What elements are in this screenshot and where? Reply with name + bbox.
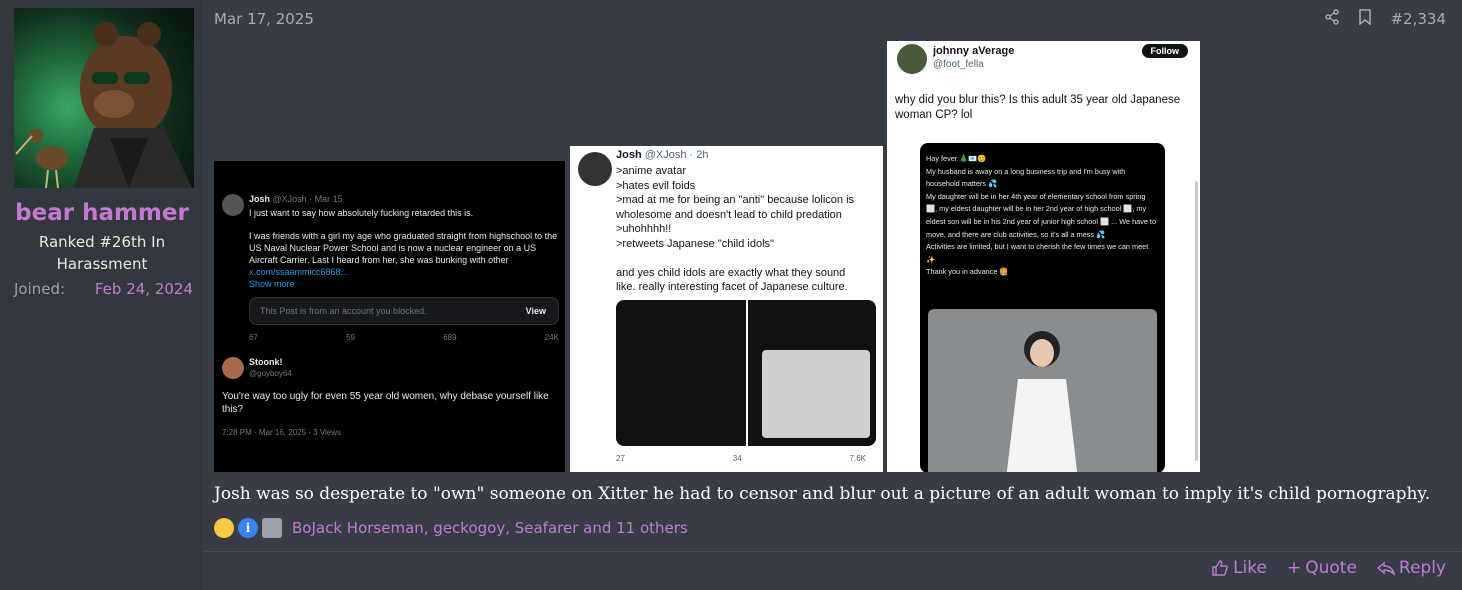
blurred-photo [762,350,870,438]
show-more-link[interactable]: Show more [249,279,295,289]
tweet-text-1: I just want to say how absolutely fuckin… [249,208,474,218]
reply-handle: @goyboy64 [249,369,292,378]
view-button[interactable]: View [526,306,546,316]
tweet-handle: @XJosh · Mar 15 [272,194,343,204]
thumbs-up-icon [1212,560,1228,576]
tweet-handle: @XJosh · 2h [644,149,709,161]
view-count: 7.6K [849,454,866,463]
tweet-author: Josh [249,194,271,204]
blocked-text: This Post is from an account you blocked… [260,306,427,316]
avatar-johnny-icon [897,44,927,74]
tweet-link[interactable]: x.com/ssaammicc6868... [249,267,348,277]
share-icon[interactable] [1324,9,1340,29]
post-divider [204,551,1462,552]
scrollbar [1195,181,1198,461]
post-actions: Like + Quote Reply [1211,558,1446,578]
rank-line-1: Ranked #26th In [38,233,166,251]
post-date[interactable]: Mar 17, 2025 [214,10,314,28]
tweet-header: Josh @XJosh · Mar 15 [249,194,343,204]
post-tools: #2,334 [1324,9,1446,29]
tweet-author: Josh [616,149,642,161]
tweet-text: >anime avatar >hates evil foids >mad at … [616,165,855,293]
avatar-josh-icon [578,152,612,186]
like-button[interactable]: Like [1211,558,1267,578]
tweet-author: johnny aVerage [933,45,1015,57]
media-divider [746,300,748,446]
like-label: Like [1233,558,1267,578]
attachment-image-2[interactable]: Josh @XJosh · 2h >anime avatar >hates ev… [570,146,883,472]
reply-author: Stoonk! [249,357,283,367]
retweet-count: 59 [346,333,355,342]
bookmark-icon[interactable] [1358,9,1372,29]
reply-count: 27 [616,454,625,463]
avatar-josh-icon [222,194,244,216]
follow-button[interactable]: Follow [1141,44,1188,58]
embedded-media: Hay fever 🎄📧😊 My husband is away on a lo… [920,143,1165,472]
post-caption: Josh was so desperate to "own" someone o… [214,484,1431,504]
reply-arrow-icon [1376,561,1395,576]
informative-icon: i [238,518,258,538]
post-number[interactable]: #2,334 [1390,10,1446,28]
avatar[interactable] [14,8,194,188]
plus-icon: + [1286,558,1302,578]
tweet-metrics: 27 34 7.6K [616,454,866,463]
reactors-list[interactable]: BoJack Horseman, geckogoy, Seafarer and … [292,519,688,537]
retweet-count: 34 [732,454,742,463]
reply-count: 67 [249,333,258,342]
attachment-image-1[interactable]: Josh @XJosh · Mar 15 I just want to say … [214,161,565,472]
username[interactable]: bear hammer [0,200,204,226]
quote-label: Quote [1305,558,1357,578]
blocked-box: This Post is from an account you blocked… [249,297,559,325]
tweet-header: Josh @XJosh · 2h [616,149,709,161]
like-count: 689 [443,333,457,342]
tweet-text: why did you blur this? Is this adult 35 … [895,94,1181,121]
joined-label: Joined: [14,280,66,298]
embedded-media [616,300,876,446]
tweet-metrics: 67 59 689 24K [249,333,559,342]
post-body: Mar 17, 2025 #2,334 Josh @XJosh · Mar 15… [204,0,1462,590]
tweet-text-2: I was friends with a girl my age who gra… [249,231,558,265]
photo [928,309,1157,472]
reply-text: You're way too ugly for even 55 year old… [222,391,549,415]
thinking-emoji-icon [214,518,234,538]
avatar-stoonk-icon [222,357,244,379]
joined-date: Feb 24, 2024 [94,280,193,298]
user-sidebar: bear hammer Ranked #26th In Harassment J… [0,0,204,590]
rank-line-2: Harassment [56,255,148,273]
newspaper-icon [262,518,282,538]
tweet-handle: @foot_fella [933,59,984,70]
reactions-bar[interactable]: i BoJack Horseman, geckogoy, Seafarer an… [214,518,688,538]
reply-button[interactable]: Reply [1376,558,1446,578]
reply-label: Reply [1398,558,1446,578]
embedded-text: Hay fever 🎄📧😊 My husband is away on a lo… [926,154,1157,277]
view-count: 24K [544,333,559,342]
user-rank: Ranked #26th In Harassment [0,231,204,275]
attachment-image-3[interactable]: johnny aVerage @foot_fella Follow why di… [887,41,1200,472]
reply-meta: 7:28 PM · Mar 16, 2025 · 3 Views [222,428,342,437]
quote-button[interactable]: + Quote [1287,558,1357,578]
